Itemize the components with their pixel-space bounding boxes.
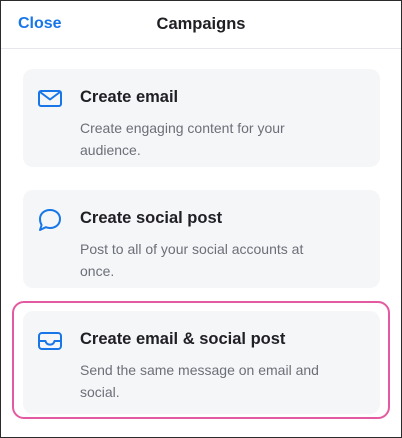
create-social-post-option[interactable]: Create social post Post to all of your s…: [23, 190, 380, 288]
header-bar: Close Campaigns: [1, 1, 401, 49]
create-email-social-post-option[interactable]: Create email & social post Send the same…: [23, 311, 380, 414]
option-description: Send the same message on email and socia…: [80, 362, 319, 400]
create-email-option[interactable]: Create email Create engaging content for…: [23, 69, 380, 167]
campaigns-panel: Close Campaigns Create email Create enga…: [0, 0, 402, 438]
option-title: Create email & social post: [80, 330, 286, 348]
option-title: Create email: [80, 88, 179, 106]
option-description: Post to all of your social accounts at o…: [80, 241, 304, 279]
option-title: Create social post: [80, 209, 223, 227]
inbox-icon: [37, 328, 63, 352]
page-title: Campaigns: [156, 15, 246, 33]
option-description: Create engaging content for your audienc…: [80, 120, 285, 158]
speech-bubble-icon: [37, 207, 63, 231]
envelope-icon: [37, 86, 63, 110]
